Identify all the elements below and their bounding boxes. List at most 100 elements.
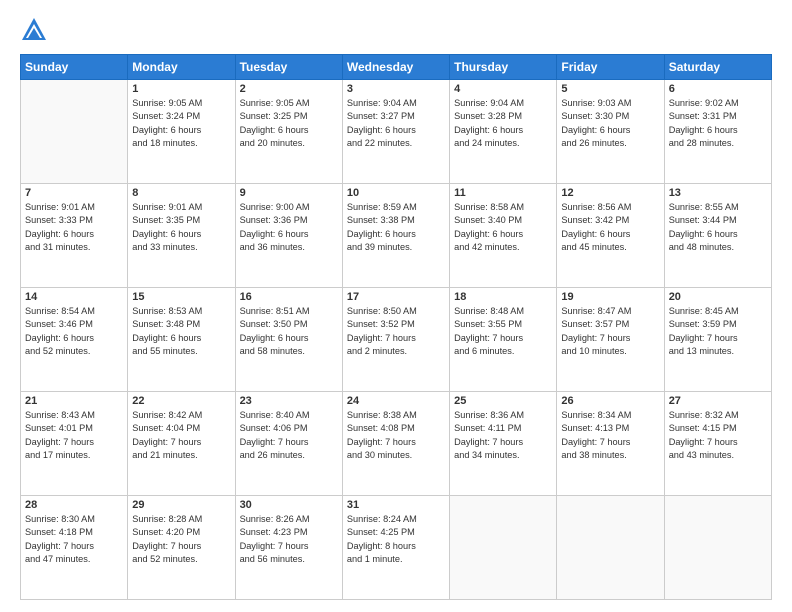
day-info: Sunrise: 9:02 AMSunset: 3:31 PMDaylight:… <box>669 97 767 150</box>
day-info: Sunrise: 8:40 AMSunset: 4:06 PMDaylight:… <box>240 409 338 462</box>
weekday-header-friday: Friday <box>557 55 664 80</box>
day-info: Sunrise: 8:51 AMSunset: 3:50 PMDaylight:… <box>240 305 338 358</box>
day-info: Sunrise: 8:58 AMSunset: 3:40 PMDaylight:… <box>454 201 552 254</box>
day-info: Sunrise: 8:45 AMSunset: 3:59 PMDaylight:… <box>669 305 767 358</box>
calendar-cell: 29 Sunrise: 8:28 AMSunset: 4:20 PMDayligh… <box>128 496 235 600</box>
day-info: Sunrise: 8:59 AMSunset: 3:38 PMDaylight:… <box>347 201 445 254</box>
day-info: Sunrise: 9:03 AMSunset: 3:30 PMDaylight:… <box>561 97 659 150</box>
calendar-cell: 30Sunrise: 8:26 AMSunset: 4:23 PMDayligh… <box>235 496 342 600</box>
weekday-header-row: SundayMondayTuesdayWednesdayThursdayFrid… <box>21 55 772 80</box>
calendar-cell: 10 Sunrise: 8:59 AMSunset: 3:38 PMDayligh… <box>342 184 449 288</box>
day-info: Sunrise: 8:42 AMSunset: 4:04 PMDaylight:… <box>132 409 230 462</box>
day-number: 12 <box>561 187 659 199</box>
calendar-week-row: 21 Sunrise: 8:43 AMSunset: 4:01 PMDayligh… <box>21 392 772 496</box>
logo-icon <box>20 16 48 44</box>
day-number: 28 <box>25 499 123 511</box>
day-info: Sunrise: 9:01 AMSunset: 3:35 PMDaylight:… <box>132 201 230 254</box>
day-number: 31 <box>347 499 445 511</box>
day-number: 16 <box>240 291 338 303</box>
day-number: 29 <box>132 499 230 511</box>
calendar-cell: 9Sunrise: 9:00 AMSunset: 3:36 PMDaylight… <box>235 184 342 288</box>
calendar-cell: 19 Sunrise: 8:47 AMSunset: 3:57 PMDayligh… <box>557 288 664 392</box>
page: SundayMondayTuesdayWednesdayThursdayFrid… <box>0 0 792 612</box>
calendar-cell: 8 Sunrise: 9:01 AMSunset: 3:35 PMDaylight… <box>128 184 235 288</box>
day-info: Sunrise: 9:05 AMSunset: 3:25 PMDaylight:… <box>240 97 338 150</box>
day-number: 23 <box>240 395 338 407</box>
calendar-cell: 27Sunrise: 8:32 AMSunset: 4:15 PMDayligh… <box>664 392 771 496</box>
calendar-week-row: 7 Sunrise: 9:01 AMSunset: 3:33 PMDaylight… <box>21 184 772 288</box>
day-info: Sunrise: 8:47 AMSunset: 3:57 PMDaylight:… <box>561 305 659 358</box>
day-number: 14 <box>25 291 123 303</box>
calendar-cell: 7 Sunrise: 9:01 AMSunset: 3:33 PMDaylight… <box>21 184 128 288</box>
day-info: Sunrise: 8:55 AMSunset: 3:44 PMDaylight:… <box>669 201 767 254</box>
day-info: Sunrise: 8:38 AMSunset: 4:08 PMDaylight:… <box>347 409 445 462</box>
day-number: 5 <box>561 83 659 95</box>
header <box>20 16 772 44</box>
weekday-header-tuesday: Tuesday <box>235 55 342 80</box>
calendar-cell: 17 Sunrise: 8:50 AMSunset: 3:52 PMDayligh… <box>342 288 449 392</box>
day-number: 11 <box>454 187 552 199</box>
day-number: 8 <box>132 187 230 199</box>
day-info: Sunrise: 9:01 AMSunset: 3:33 PMDaylight:… <box>25 201 123 254</box>
calendar-cell: 11 Sunrise: 8:58 AMSunset: 3:40 PMDayligh… <box>450 184 557 288</box>
calendar-cell: 23 Sunrise: 8:40 AMSunset: 4:06 PMDayligh… <box>235 392 342 496</box>
day-number: 15 <box>132 291 230 303</box>
calendar-cell: 6 Sunrise: 9:02 AMSunset: 3:31 PMDaylight… <box>664 80 771 184</box>
calendar-cell: 28 Sunrise: 8:30 AMSunset: 4:18 PMDayligh… <box>21 496 128 600</box>
day-number: 6 <box>669 83 767 95</box>
day-info: Sunrise: 8:48 AMSunset: 3:55 PMDaylight:… <box>454 305 552 358</box>
day-info: Sunrise: 9:00 AMSunset: 3:36 PMDaylight:… <box>240 201 338 254</box>
calendar-cell: 25Sunrise: 8:36 AMSunset: 4:11 PMDayligh… <box>450 392 557 496</box>
calendar-cell: 16 Sunrise: 8:51 AMSunset: 3:50 PMDayligh… <box>235 288 342 392</box>
day-number: 26 <box>561 395 659 407</box>
calendar-cell: 4Sunrise: 9:04 AMSunset: 3:28 PMDaylight… <box>450 80 557 184</box>
day-info: Sunrise: 8:54 AMSunset: 3:46 PMDaylight:… <box>25 305 123 358</box>
day-number: 24 <box>347 395 445 407</box>
calendar-cell: 15 Sunrise: 8:53 AMSunset: 3:48 PMDayligh… <box>128 288 235 392</box>
day-number: 20 <box>669 291 767 303</box>
calendar-cell: 14 Sunrise: 8:54 AMSunset: 3:46 PMDayligh… <box>21 288 128 392</box>
day-info: Sunrise: 9:05 AMSunset: 3:24 PMDaylight:… <box>132 97 230 150</box>
day-info: Sunrise: 8:26 AMSunset: 4:23 PMDaylight:… <box>240 513 338 566</box>
calendar-cell: 13Sunrise: 8:55 AMSunset: 3:44 PMDayligh… <box>664 184 771 288</box>
calendar-cell: 22 Sunrise: 8:42 AMSunset: 4:04 PMDayligh… <box>128 392 235 496</box>
weekday-header-sunday: Sunday <box>21 55 128 80</box>
day-number: 21 <box>25 395 123 407</box>
weekday-header-monday: Monday <box>128 55 235 80</box>
calendar-cell: 20 Sunrise: 8:45 AMSunset: 3:59 PMDayligh… <box>664 288 771 392</box>
day-number: 2 <box>240 83 338 95</box>
calendar-cell: 3Sunrise: 9:04 AMSunset: 3:27 PMDaylight… <box>342 80 449 184</box>
day-info: Sunrise: 8:53 AMSunset: 3:48 PMDaylight:… <box>132 305 230 358</box>
calendar-cell: 24 Sunrise: 8:38 AMSunset: 4:08 PMDayligh… <box>342 392 449 496</box>
calendar-cell: 21 Sunrise: 8:43 AMSunset: 4:01 PMDayligh… <box>21 392 128 496</box>
weekday-header-thursday: Thursday <box>450 55 557 80</box>
calendar-cell: 2 Sunrise: 9:05 AMSunset: 3:25 PMDaylight… <box>235 80 342 184</box>
calendar-cell: 12 Sunrise: 8:56 AMSunset: 3:42 PMDayligh… <box>557 184 664 288</box>
day-info: Sunrise: 9:04 AMSunset: 3:27 PMDaylight:… <box>347 97 445 150</box>
calendar-cell <box>557 496 664 600</box>
day-number: 10 <box>347 187 445 199</box>
day-info: Sunrise: 9:04 AMSunset: 3:28 PMDaylight:… <box>454 97 552 150</box>
calendar-week-row: 1Sunrise: 9:05 AMSunset: 3:24 PMDaylight… <box>21 80 772 184</box>
day-info: Sunrise: 8:43 AMSunset: 4:01 PMDaylight:… <box>25 409 123 462</box>
calendar-week-row: 14 Sunrise: 8:54 AMSunset: 3:46 PMDayligh… <box>21 288 772 392</box>
day-info: Sunrise: 8:50 AMSunset: 3:52 PMDaylight:… <box>347 305 445 358</box>
day-number: 19 <box>561 291 659 303</box>
day-number: 25 <box>454 395 552 407</box>
calendar-table: SundayMondayTuesdayWednesdayThursdayFrid… <box>20 54 772 600</box>
calendar-cell: 5 Sunrise: 9:03 AMSunset: 3:30 PMDaylight… <box>557 80 664 184</box>
calendar-cell: 26Sunrise: 8:34 AMSunset: 4:13 PMDayligh… <box>557 392 664 496</box>
day-number: 17 <box>347 291 445 303</box>
day-info: Sunrise: 8:30 AMSunset: 4:18 PMDaylight:… <box>25 513 123 566</box>
calendar-cell: 1Sunrise: 9:05 AMSunset: 3:24 PMDaylight… <box>128 80 235 184</box>
weekday-header-saturday: Saturday <box>664 55 771 80</box>
day-info: Sunrise: 8:28 AMSunset: 4:20 PMDaylight:… <box>132 513 230 566</box>
day-number: 22 <box>132 395 230 407</box>
day-number: 18 <box>454 291 552 303</box>
day-info: Sunrise: 8:56 AMSunset: 3:42 PMDaylight:… <box>561 201 659 254</box>
calendar-week-row: 28 Sunrise: 8:30 AMSunset: 4:18 PMDayligh… <box>21 496 772 600</box>
day-number: 27 <box>669 395 767 407</box>
day-number: 7 <box>25 187 123 199</box>
calendar-cell <box>664 496 771 600</box>
calendar-cell: 18 Sunrise: 8:48 AMSunset: 3:55 PMDayligh… <box>450 288 557 392</box>
